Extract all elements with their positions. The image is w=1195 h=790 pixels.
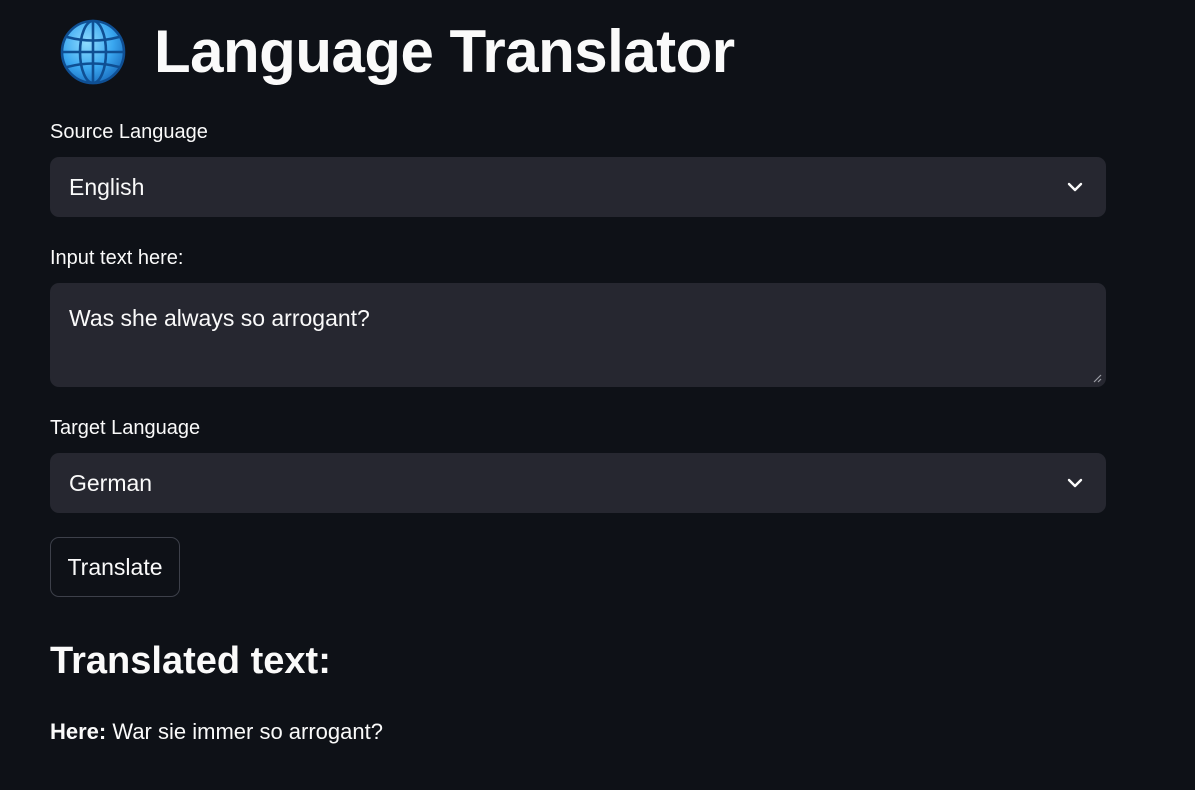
- source-language-value: English: [69, 173, 145, 200]
- resize-handle-icon[interactable]: [1092, 373, 1102, 383]
- target-language-select[interactable]: German: [50, 453, 1106, 513]
- translation-result: Here: War sie immer so arrogant?: [50, 719, 383, 745]
- input-text-area[interactable]: Was she always so arrogant?: [50, 283, 1106, 387]
- source-language-label: Source Language: [50, 121, 208, 143]
- result-text: War sie immer so arrogant?: [112, 719, 383, 744]
- target-language-label: Target Language: [50, 417, 201, 439]
- chevron-down-icon: [1067, 478, 1083, 488]
- app-root: Language Translator Source Language Engl…: [0, 0, 1195, 790]
- translated-text-heading: Translated text:: [50, 640, 331, 682]
- input-text-label: Input text here:: [50, 247, 184, 269]
- result-prefix: Here:: [50, 719, 107, 744]
- chevron-down-icon: [1067, 182, 1083, 192]
- globe-icon: [60, 19, 126, 85]
- translate-button[interactable]: Translate: [50, 537, 180, 597]
- page-header: Language Translator: [58, 12, 735, 92]
- input-text-value: Was she always so arrogant?: [69, 305, 370, 331]
- page-title: Language Translator: [154, 18, 735, 85]
- source-language-select[interactable]: English: [50, 157, 1106, 217]
- target-language-value: German: [69, 469, 153, 496]
